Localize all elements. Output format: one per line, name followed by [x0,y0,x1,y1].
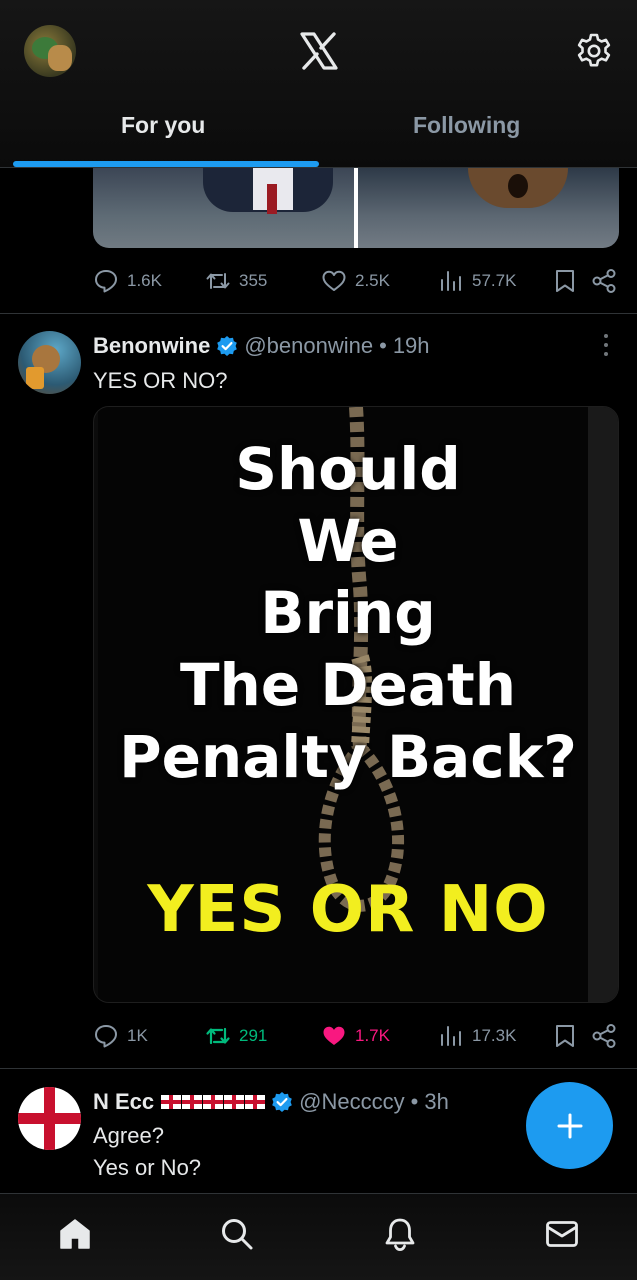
post-action-bar: 1.6K 355 2.5K 57.7K [93,264,623,298]
reply-icon [95,1025,117,1048]
repost-count: 291 [239,1026,268,1045]
england-flags-emoji [160,1095,266,1109]
avatar-image-part [26,367,44,389]
views-count: 57.7K [472,271,517,290]
repost-icon [206,1027,230,1045]
search-icon[interactable] [219,1216,255,1252]
share-icon[interactable] [591,268,617,294]
tab-for-you[interactable]: For you [121,112,205,139]
reply-count: 1K [127,1026,148,1045]
separator-dot: • [379,333,387,358]
plus-icon [557,1113,582,1138]
like-icon [323,1026,345,1045]
post-header: N Ecc @Neccccy • 3h [93,1089,449,1115]
active-tab-indicator [13,161,319,167]
author-handle[interactable]: @Neccccy [299,1089,404,1115]
post-media-image[interactable]: Should We Bring The Death Penalty Back? … [93,406,619,1003]
media-image-left[interactable] [93,168,354,248]
author-handle[interactable]: @benonwine [244,333,373,359]
profile-avatar[interactable] [24,25,76,77]
like-count: 1.7K [355,1026,390,1045]
england-flag-part [18,1113,81,1124]
england-flag-icon [182,1095,203,1109]
messages-icon[interactable] [544,1216,580,1252]
more-options-button[interactable] [603,334,609,356]
england-flag-icon [203,1095,224,1109]
post-timestamp[interactable]: 19h [393,333,430,359]
post-divider [0,313,637,314]
reply-count: 1.6K [127,271,162,290]
bookmark-icon[interactable] [553,1023,577,1049]
author-name[interactable]: N Ecc [93,1089,154,1115]
repost-button[interactable]: 355 [205,264,267,298]
views-icon [441,1026,461,1046]
media-answer-text: YES OR NO [147,873,549,947]
views-button[interactable]: 57.7K [438,264,516,298]
bottom-navigation [0,1193,637,1280]
post-divider [0,1068,637,1069]
share-icon[interactable] [591,1023,617,1049]
like-button[interactable]: 2.5K [321,264,390,298]
author-avatar[interactable] [18,331,81,394]
repost-count: 355 [239,271,268,290]
media-question-text: Should We Bring The Death Penalty Back? [119,435,577,791]
verified-badge-icon [217,336,238,356]
reply-button[interactable]: 1K [93,1019,148,1053]
media-background: Should We Bring The Death Penalty Back? … [98,407,588,1002]
post-text: YES OR NO? [93,368,228,393]
tab-following[interactable]: Following [413,112,520,139]
england-flag-icon [161,1095,182,1109]
repost-icon [206,273,230,289]
author-name[interactable]: Benonwine [93,333,210,359]
media-edge [588,407,618,1002]
bookmark-icon[interactable] [553,268,577,294]
reply-button[interactable]: 1.6K [93,264,162,298]
views-count: 17.3K [472,1026,517,1045]
settings-gear-icon[interactable] [575,32,613,70]
post-action-bar: 1K 291 1.7K 17.3K [93,1019,623,1053]
england-flag-icon [245,1095,266,1109]
post-text-line: Agree? [93,1123,164,1148]
x-logo-icon[interactable] [298,30,340,72]
post-text-line: Yes or No? [93,1155,202,1180]
views-icon [441,271,461,291]
home-icon[interactable] [57,1216,93,1252]
separator-dot: • [410,1089,419,1114]
like-icon [322,270,346,291]
verified-badge-icon [272,1092,292,1112]
like-count: 2.5K [355,271,390,290]
england-flag-icon [224,1095,245,1109]
avatar-image-part [48,45,72,71]
like-button[interactable]: 1.7K [321,1019,390,1053]
post-media-image[interactable] [93,168,619,248]
notifications-icon[interactable] [382,1216,418,1252]
views-button[interactable]: 17.3K [438,1019,516,1053]
image-figure [267,184,277,214]
post-header: Benonwine @benonwine • 19h [93,333,430,359]
image-figure [508,174,528,198]
media-image-right[interactable] [358,168,619,248]
repost-button[interactable]: 291 [205,1019,267,1053]
compose-post-button[interactable] [526,1082,613,1169]
top-header: For you Following [0,0,637,168]
post-timestamp[interactable]: 3h [424,1089,448,1115]
reply-icon [95,270,117,293]
author-avatar[interactable] [18,1087,81,1150]
